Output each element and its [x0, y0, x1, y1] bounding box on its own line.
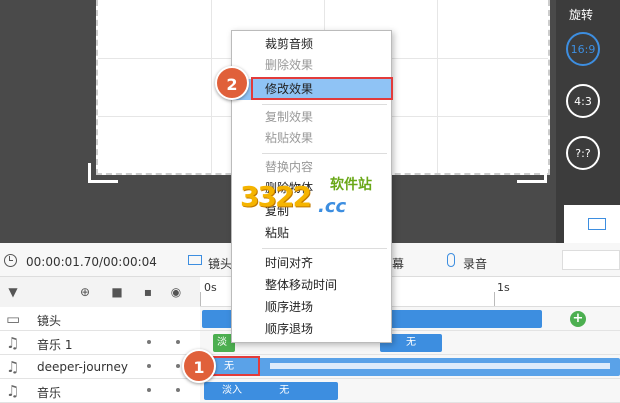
track-name: deeper-journey [37, 360, 128, 374]
menu-item-sequential-exit[interactable]: 顺序退场 [232, 319, 391, 340]
filter-icon[interactable]: ▼ [7, 286, 19, 298]
menu-item-paste-effect[interactable]: 粘贴效果 [232, 128, 391, 149]
menu-item-copy-effect[interactable]: 复制效果 [232, 107, 391, 128]
track-name: 镜头 [37, 314, 62, 328]
music-icon: ♫ [6, 358, 20, 376]
track-name: 音乐 1 [37, 338, 73, 352]
waveform [270, 363, 610, 369]
add-icon[interactable]: + [570, 311, 586, 327]
menu-separator [262, 104, 387, 105]
track-dot [147, 340, 151, 344]
music-icon: ♫ [6, 382, 20, 400]
ruler-label-1s: 1s [497, 281, 510, 294]
camera-icon[interactable] [188, 255, 202, 265]
eye-icon[interactable]: ◉ [170, 286, 182, 298]
watermark-logo: 3322 软件站 .cc [238, 170, 378, 230]
track-dot [176, 340, 180, 344]
camera-icon: ▭ [6, 310, 21, 328]
track-row-deeper-journey[interactable]: ♫ deeper-journey 无 [0, 355, 620, 379]
step-badge-2: 2 [215, 66, 249, 100]
track-row-music[interactable]: ♫ 音乐 淡入 无 [0, 379, 620, 403]
ruler-tick [494, 292, 495, 306]
clock-icon [4, 254, 17, 267]
ratio-custom-button[interactable]: ?:? [566, 136, 600, 170]
menu-item-delete-effect[interactable]: 删除效果 [232, 55, 391, 76]
track-header: ▼ ⊕ ■ ▪ ◉ [0, 277, 200, 307]
menu-separator [262, 153, 387, 154]
menu-item-trim-audio[interactable]: 裁剪音频 [232, 34, 391, 55]
zoom-slider[interactable] [562, 250, 620, 270]
music-clip[interactable]: 淡入 无 [204, 382, 338, 400]
view-toggle[interactable] [564, 205, 620, 243]
rotate-label[interactable]: 旋转 [556, 6, 606, 23]
app-window: 旋转 16:9 4:3 ?:? 00:00:01.70/00:00:04 镜头 … [0, 0, 620, 403]
step-badge-1: 1 [182, 349, 216, 383]
track-dot [176, 388, 180, 392]
screen-icon [588, 218, 606, 230]
menu-item-time-align[interactable]: 时间对齐 [232, 253, 391, 274]
clip-label-none: 无 [279, 385, 290, 396]
crop-handle-bottom-left[interactable] [88, 163, 118, 183]
screen-button[interactable]: 幕 [392, 255, 404, 272]
track-dot [176, 364, 180, 368]
track-dot [147, 364, 151, 368]
music-icon: ♫ [6, 334, 20, 352]
lock-icon[interactable]: ▪ [142, 286, 154, 298]
ruler-label-start: 0s [204, 281, 217, 294]
menu-item-move-all-time[interactable]: 整体移动时间 [232, 275, 391, 296]
track-name: 音乐 [37, 386, 62, 400]
trash-icon[interactable]: ■ [111, 286, 123, 298]
watermark-domain: .cc [318, 196, 347, 217]
highlight-clip [210, 356, 260, 376]
crop-handle-bottom-right[interactable] [517, 163, 547, 183]
watermark-number: 3322 [240, 180, 312, 213]
highlight-menu-item [251, 77, 393, 100]
ratio-16-9-button[interactable]: 16:9 [566, 32, 600, 66]
record-button[interactable]: 录音 [463, 255, 487, 272]
clip-label-fadein: 淡入 [222, 385, 242, 396]
ruler-tick [200, 292, 201, 306]
target-icon[interactable]: ⊕ [79, 286, 91, 298]
timecode: 00:00:01.70/00:00:04 [26, 255, 157, 269]
menu-separator [262, 248, 387, 249]
grid-line [211, 0, 212, 173]
menu-item-sequential-enter[interactable]: 顺序进场 [232, 297, 391, 318]
track-dot [147, 388, 151, 392]
ratio-4-3-button[interactable]: 4:3 [566, 84, 600, 118]
microphone-icon[interactable] [447, 253, 455, 267]
watermark-site: 软件站 [330, 177, 372, 193]
lens-button[interactable]: 镜头 [208, 255, 232, 272]
grid-line [437, 0, 438, 173]
